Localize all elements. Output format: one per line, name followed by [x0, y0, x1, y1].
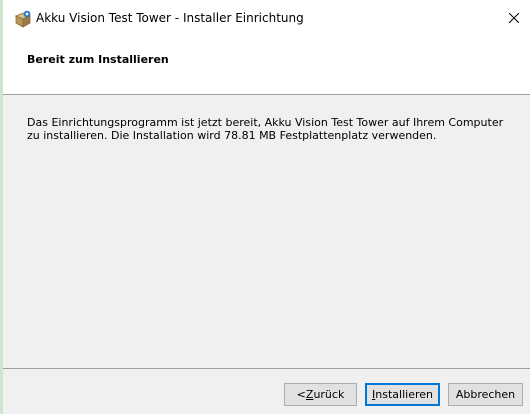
cancel-button-label: Abbrechen [455, 388, 516, 401]
header-banner: Bereit zum Installieren [3, 36, 530, 95]
back-button-label-rest: urück [313, 388, 345, 401]
installer-box-icon [14, 10, 32, 28]
cancel-button[interactable]: Abbrechen [448, 383, 523, 406]
install-button-label-rest: nstallieren [375, 388, 433, 401]
window-title: Akku Vision Test Tower - Installer Einri… [36, 11, 304, 25]
installer-dialog: Akku Vision Test Tower - Installer Einri… [3, 0, 530, 414]
back-button-prefix: < [296, 388, 306, 401]
ready-message: Das Einrichtungsprogramm ist jetzt berei… [27, 116, 504, 142]
install-button[interactable]: Installieren [365, 383, 440, 406]
back-button[interactable]: < Zurück [284, 383, 357, 406]
title-bar: Akku Vision Test Tower - Installer Einri… [3, 0, 530, 36]
back-button-mnemonic: Z [305, 388, 314, 401]
close-button[interactable] [498, 0, 530, 36]
page-title: Bereit zum Installieren [27, 53, 169, 66]
footer-divider [3, 368, 530, 369]
close-icon [509, 13, 519, 23]
